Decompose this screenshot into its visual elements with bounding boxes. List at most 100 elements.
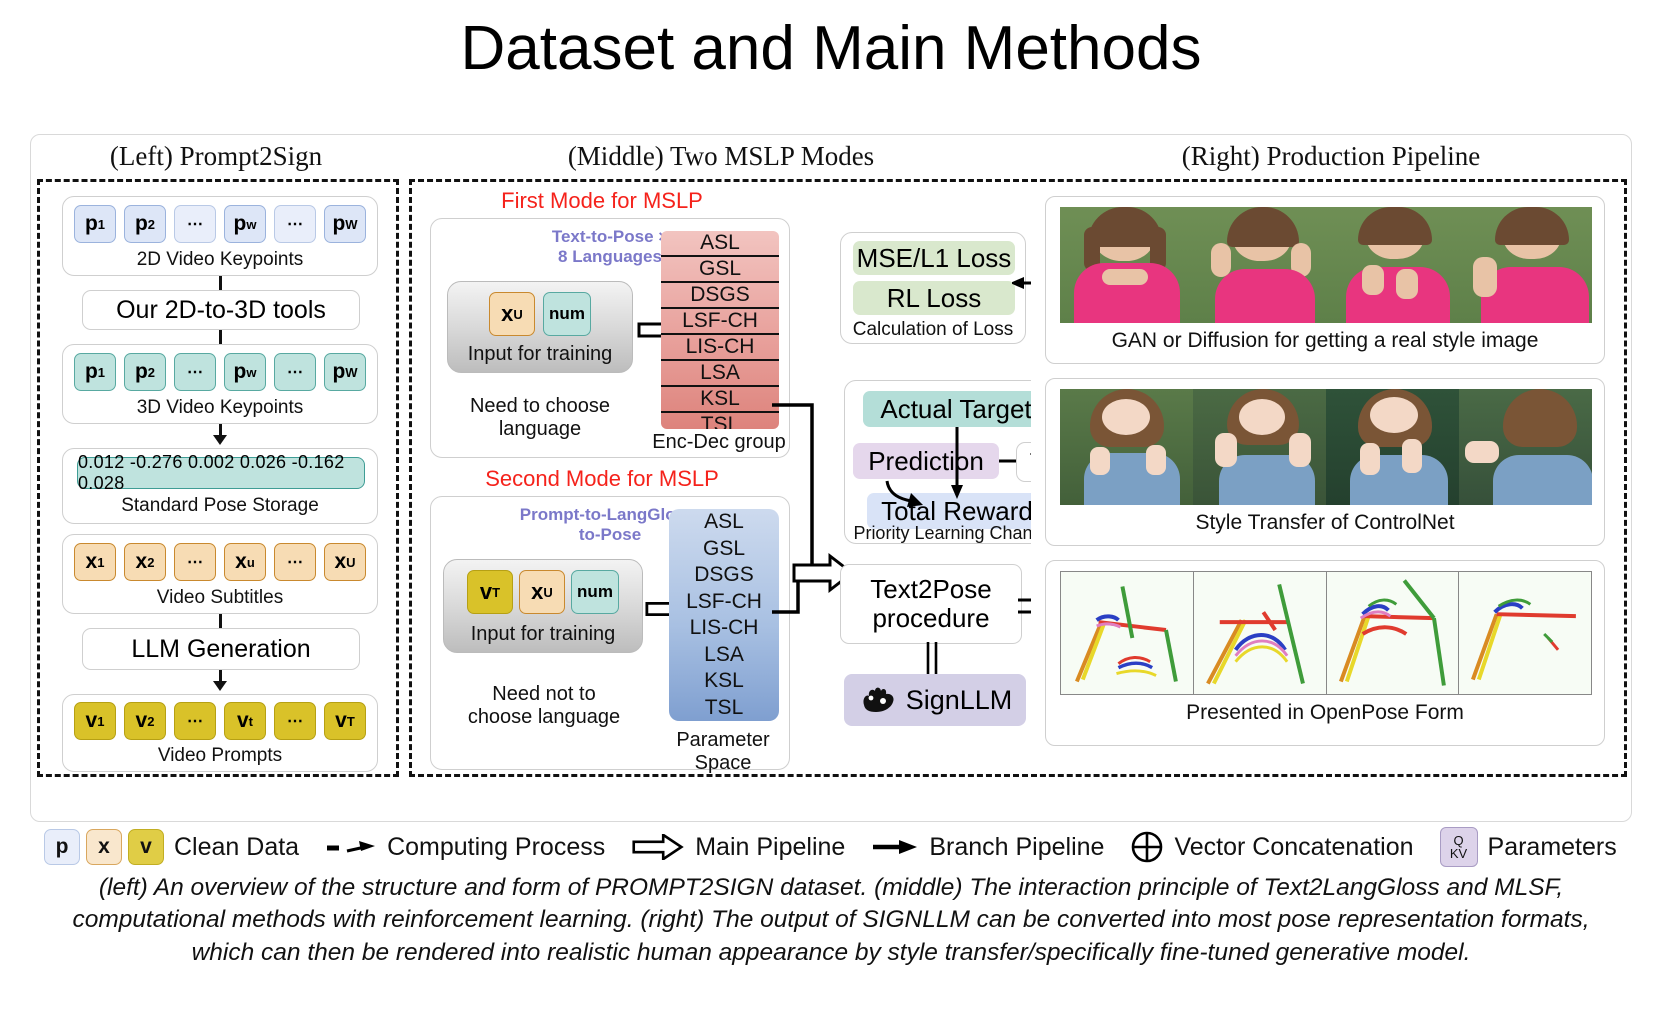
pose-storage-values: 0.012 -0.276 0.002 0.026 -0.162 0.028 (77, 452, 365, 493)
right-panel: GAN or Diffusion for getting a real styl… (1031, 179, 1627, 777)
label-calculation-of-loss: Calculation of Loss (852, 319, 1014, 340)
figure-caption: (left) An overview of the structure and … (72, 874, 1590, 966)
language-item: KSL (704, 669, 744, 693)
box-2d-video-keypoints: p1 p2 ⋯ pw ⋯ pW 2D Video Keypoints (62, 196, 378, 276)
openpose-skeleton (1061, 572, 1194, 694)
video-frame (1459, 207, 1592, 323)
token-chip: xU (489, 292, 535, 336)
text2pose-line1: Text2Pose (870, 573, 992, 604)
chips-video-subtitles: x1 x2 ⋯ xu ⋯ xU (63, 543, 377, 581)
box-style-transfer-controlnet: Style Transfer of ControlNet (1045, 378, 1605, 546)
token-chip-num: num (571, 570, 619, 614)
first-mode-input-label: Input for training (467, 343, 613, 365)
chips-2d-keypoints: p1 p2 ⋯ pw ⋯ pW (63, 205, 377, 243)
language-item: GSL (661, 257, 779, 283)
video-frame (1326, 207, 1459, 323)
legend-item-computing-process: Computing Process (325, 833, 605, 862)
token-chip: pw (224, 205, 266, 243)
token-chip: x2 (124, 543, 166, 581)
legend-chip-x: x (86, 829, 122, 865)
language-item: LSF-CH (661, 309, 779, 335)
first-mode-input-capsule: xU num Input for training (447, 281, 633, 373)
box-video-prompts: v1 v2 ⋯ vt ⋯ vT Video Prompts (62, 694, 378, 772)
legend-item-clean-data: Clean Data (174, 833, 299, 862)
enc-dec-group-label: Enc-Dec group (652, 431, 786, 453)
chips-video-prompts: v1 v2 ⋯ vt ⋯ vT (63, 702, 377, 740)
language-item: DSGS (694, 563, 754, 587)
box-first-mode: Text-to-Pose × 8 Languages xU num Input … (430, 218, 790, 458)
arrow-head-icon (213, 681, 227, 691)
label-3d-video-keypoints: 3D Video Keypoints (136, 397, 304, 418)
second-mode-heading: Second Mode for MSLP (485, 466, 719, 491)
token-chip: p1 (74, 205, 116, 243)
box-openpose-form: Presented in OpenPose Form (1045, 560, 1605, 746)
openpose-frame-strip (1060, 571, 1592, 695)
video-frame (1459, 389, 1592, 505)
first-mode-subtitle-line2: 8 Languages (558, 247, 662, 267)
gan-frame-strip (1060, 207, 1592, 323)
video-frame (1193, 207, 1326, 323)
legend-clean-data-chips: p x v (44, 829, 164, 865)
language-item: LSA (704, 642, 744, 666)
text2pose-procedure-box[interactable]: Text2Pose procedure (840, 564, 1022, 644)
controlnet-frame-strip (1060, 389, 1592, 505)
token-chip-ellipsis: ⋯ (174, 353, 216, 391)
first-mode-note: Need to choose language (469, 395, 611, 440)
legend-label-branch-pipeline: Branch Pipeline (929, 832, 1105, 861)
first-mode-input-chips: xU num (448, 292, 632, 336)
video-frame (1193, 389, 1326, 505)
box-calculation-of-loss: MSE/L1 Loss RL Loss Calculation of Loss (840, 232, 1026, 344)
second-mode-subtitle-line2: to-Pose (578, 525, 642, 545)
legend-label-vector-concatenation: Vector Concatenation (1174, 832, 1414, 861)
caption-gan-diffusion: GAN or Diffusion for getting a real styl… (1111, 329, 1539, 352)
openpose-skeleton (1193, 572, 1327, 694)
first-mode-subtitle-line1: Text-to-Pose × (551, 227, 669, 246)
legend-item-parameters: Q KV Parameters (1439, 827, 1617, 867)
column-header-right: (Right) Production Pipeline (1181, 141, 1481, 171)
token-chip-ellipsis: ⋯ (274, 702, 316, 740)
token-chip: pW (324, 205, 366, 243)
token-chip-num: num (543, 292, 591, 336)
loss-item-mse-l1: MSE/L1 Loss (853, 241, 1015, 275)
double-line-connector (926, 642, 938, 674)
token-chip: x1 (74, 543, 116, 581)
left-panel: p1 p2 ⋯ pw ⋯ pW 2D Video Keypoints Our 2… (37, 179, 399, 777)
language-item: GSL (702, 536, 746, 560)
token-chip: xU (324, 543, 366, 581)
box-second-mode: Prompt-to-LangGloss- to-Pose vT xU num I… (430, 496, 790, 774)
connector-line (219, 330, 222, 344)
sign-hand-icon (863, 687, 894, 712)
qkv-icon: Q KV (1439, 827, 1478, 867)
column-header-left: (Left) Prompt2Sign (109, 141, 323, 171)
second-mode-input-chips: vT xU num (444, 570, 642, 614)
language-item: LSA (661, 361, 779, 387)
label-video-prompts: Video Prompts (157, 745, 283, 766)
language-item: TSL (700, 413, 740, 429)
token-chip-ellipsis: ⋯ (274, 543, 316, 581)
label-2d-video-keypoints: 2D Video Keypoints (136, 249, 304, 270)
qkv-kv: KV (1449, 846, 1468, 861)
language-item: LIS-CH (661, 335, 779, 361)
token-chip-ellipsis: ⋯ (174, 543, 216, 581)
token-chip: xU (519, 570, 565, 614)
box-gan-diffusion: GAN or Diffusion for getting a real styl… (1045, 196, 1605, 364)
label-video-subtitles: Video Subtitles (156, 587, 284, 608)
token-chip-ellipsis: ⋯ (274, 205, 316, 243)
caption-openpose-form: Presented in OpenPose Form (1186, 701, 1464, 724)
signllm-label: SignLLM (905, 684, 1013, 715)
openpose-skeleton (1459, 572, 1591, 694)
token-chip: vT (467, 570, 513, 614)
language-item: LSF-CH (686, 589, 762, 613)
token-chip: pW (324, 353, 366, 391)
video-frame (1060, 207, 1193, 323)
box-video-subtitles: x1 x2 ⋯ xu ⋯ xU Video Subtitles (62, 534, 378, 614)
signllm-box[interactable]: SignLLM (844, 674, 1026, 726)
arrow-head-icon (213, 435, 227, 445)
token-chip: pw (224, 353, 266, 391)
column-header-middle: (Middle) Two MSLP Modes (567, 141, 875, 171)
first-mode-heading: First Mode for MSLP (501, 188, 703, 213)
step-2d-to-3d-tools[interactable]: Our 2D-to-3D tools (82, 290, 360, 330)
step-llm-generation[interactable]: LLM Generation (82, 628, 360, 670)
language-item: ASL (661, 231, 779, 257)
solid-arrow-icon (873, 840, 918, 854)
